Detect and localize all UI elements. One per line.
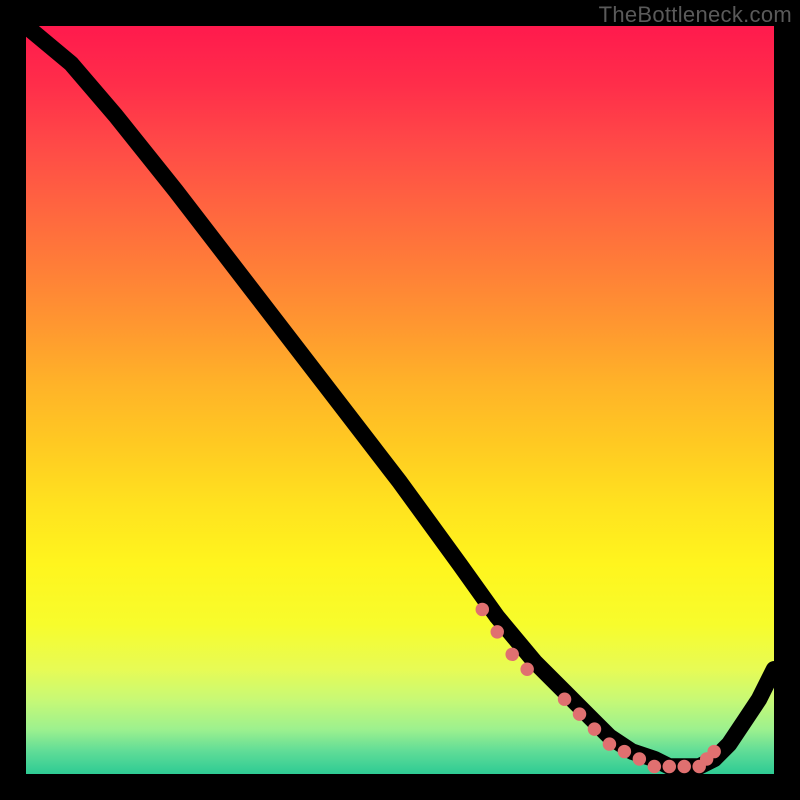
chart-frame: TheBottleneck.com bbox=[0, 0, 800, 800]
marker-point bbox=[476, 603, 489, 616]
curve-layer bbox=[26, 26, 774, 774]
marker-point bbox=[573, 707, 586, 720]
marker-point bbox=[707, 745, 720, 758]
marker-point bbox=[491, 625, 504, 638]
bottleneck-curve bbox=[26, 26, 774, 767]
marker-point bbox=[603, 737, 616, 750]
marker-point bbox=[678, 760, 691, 773]
marker-point bbox=[648, 760, 661, 773]
marker-point bbox=[633, 752, 646, 765]
marker-point bbox=[588, 722, 601, 735]
marker-point bbox=[558, 692, 571, 705]
plot-area bbox=[26, 26, 774, 774]
marker-point bbox=[505, 648, 518, 661]
marker-point bbox=[618, 745, 631, 758]
marker-point bbox=[520, 663, 533, 676]
marker-point bbox=[663, 760, 676, 773]
watermark-text: TheBottleneck.com bbox=[599, 2, 792, 28]
